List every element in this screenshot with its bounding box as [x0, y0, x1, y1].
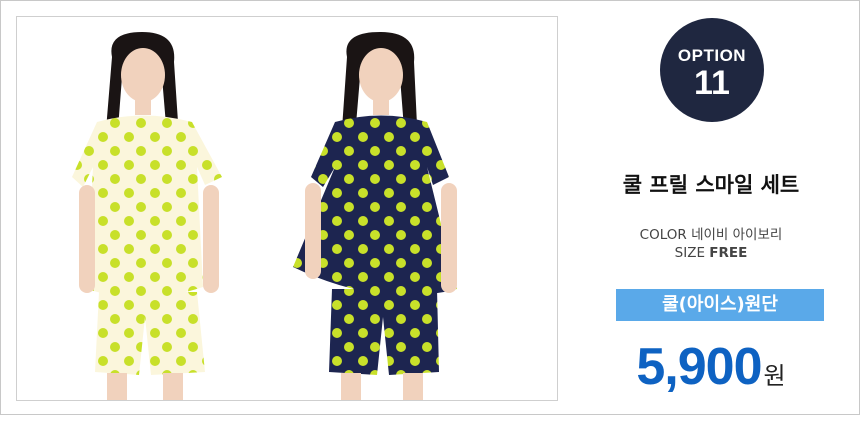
product-photo: [16, 16, 558, 401]
price-amount: 5,900: [636, 338, 762, 396]
color-values: 네이비 아이보리: [691, 227, 783, 243]
option-label: OPTION: [677, 46, 747, 65]
option-number: 11: [694, 64, 730, 102]
product-option-card: OPTION 11 쿨 프릴 스마일 세트 COLOR 네이비 아이보리 SIZ…: [0, 0, 860, 415]
model-navy-set: [293, 32, 457, 400]
fabric-badge: 쿨(아이스)원단: [616, 289, 824, 321]
size-info: SIZE FREE: [581, 245, 841, 261]
size-value: FREE: [709, 245, 748, 261]
size-label: SIZE: [674, 245, 705, 261]
color-info: COLOR 네이비 아이보리: [581, 223, 841, 243]
option-badge: OPTION 11: [660, 18, 764, 122]
price: 5,900원: [581, 337, 841, 397]
color-label: COLOR: [639, 227, 687, 243]
product-title: 쿨 프릴 스마일 세트: [622, 173, 800, 197]
price-unit: 원: [763, 362, 786, 390]
model-ivory-set: [72, 32, 222, 400]
